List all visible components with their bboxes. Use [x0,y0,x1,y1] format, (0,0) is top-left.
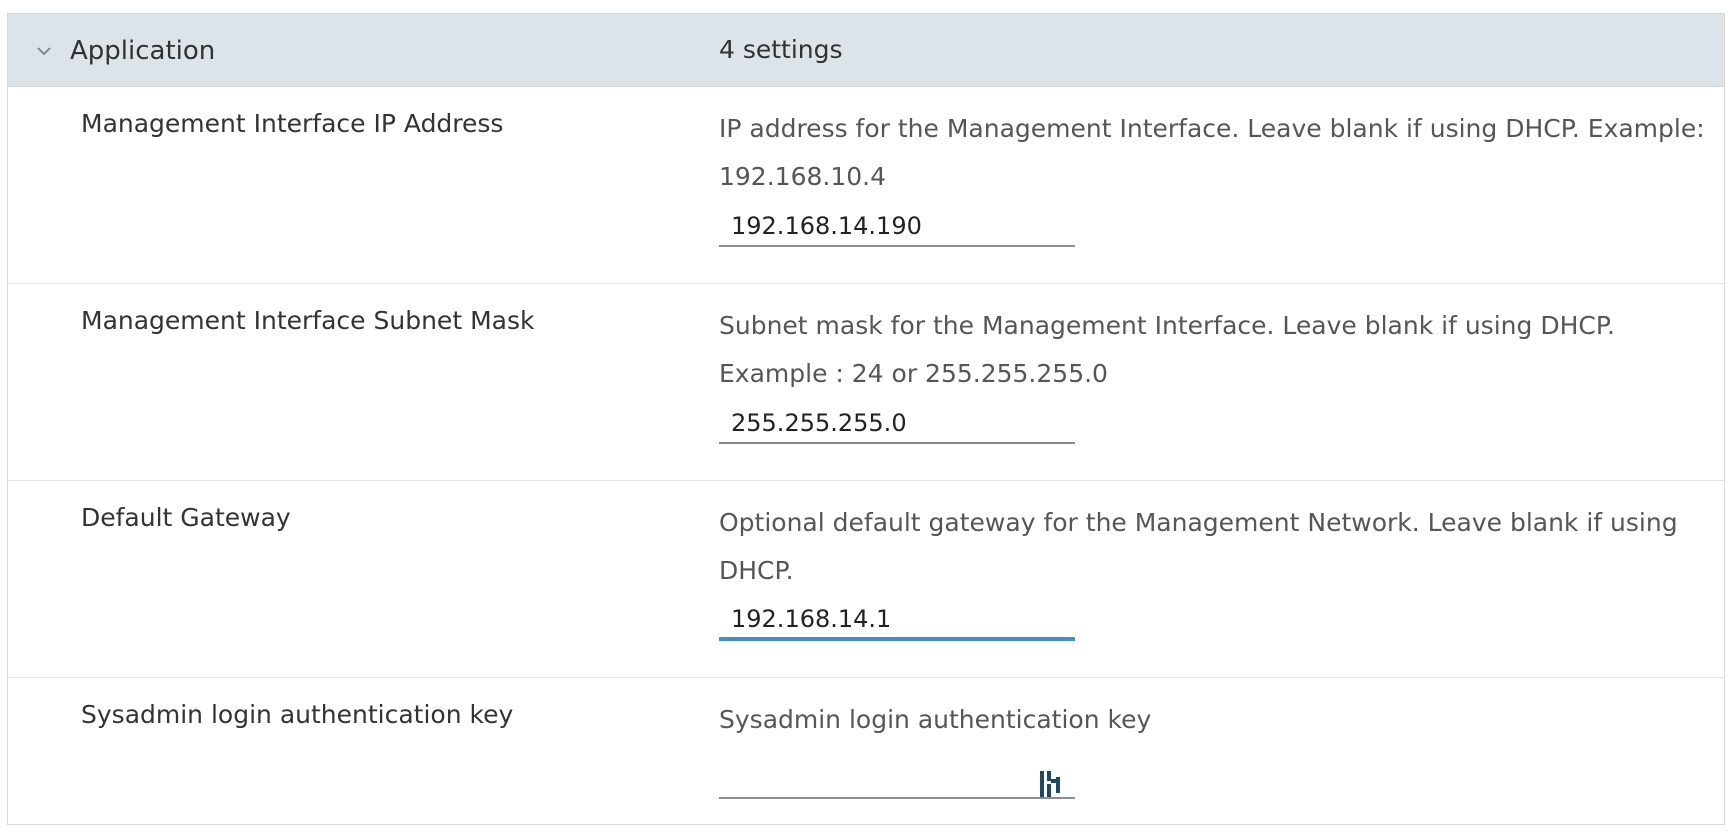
setting-row-management-ip: Management Interface IP Address IP addre… [8,87,1724,284]
setting-description: Subnet mask for the Management Interface… [719,311,1615,388]
setting-label: Management Interface IP Address [81,109,504,138]
setting-row-sysadmin-key: Sysadmin login authentication key Sysadm… [8,678,1724,824]
setting-description: Sysadmin login authentication key [719,705,1152,734]
setting-label: Default Gateway [81,503,291,532]
setting-description: Optional default gateway for the Managem… [719,508,1678,585]
application-group-header[interactable]: Application 4 settings [8,14,1724,87]
sysadmin-key-input[interactable] [719,759,1075,799]
setting-row-default-gateway: Default Gateway Optional default gateway… [8,481,1724,678]
setting-label: Sysadmin login authentication key [81,700,514,729]
setting-description: IP address for the Management Interface.… [719,114,1705,191]
application-settings-panel: Application 4 settings Management Interf… [7,13,1725,825]
settings-count: 4 settings [719,35,843,64]
password-manager-icon[interactable] [1038,769,1064,799]
management-ip-input[interactable] [719,207,1075,247]
default-gateway-input[interactable] [719,601,1075,641]
subnet-mask-input[interactable] [719,404,1075,444]
group-title: Application [70,36,216,66]
setting-row-subnet-mask: Management Interface Subnet Mask Subnet … [8,284,1724,481]
setting-label: Management Interface Subnet Mask [81,306,535,335]
chevron-down-icon[interactable] [35,42,53,60]
